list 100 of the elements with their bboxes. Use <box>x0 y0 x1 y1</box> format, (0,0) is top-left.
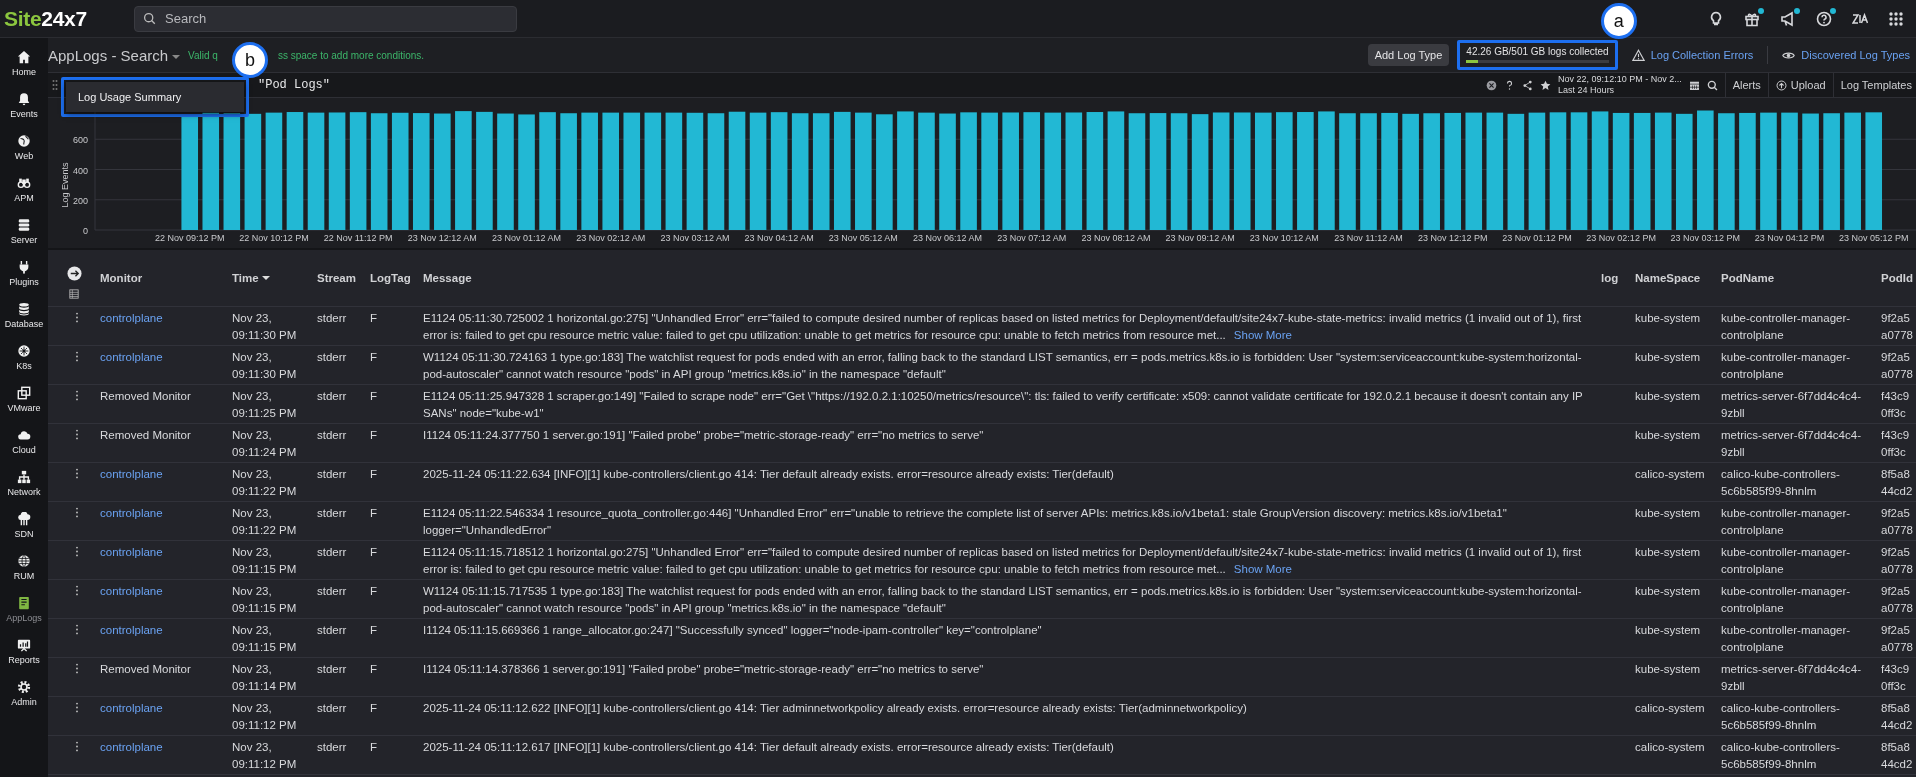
column-header[interactable]: Time <box>232 272 259 284</box>
bar[interactable] <box>1254 112 1272 230</box>
star-icon[interactable] <box>1540 79 1552 91</box>
bar[interactable] <box>223 113 241 230</box>
sidebar-item[interactable]: Home <box>0 42 48 84</box>
sidebar-item[interactable]: Web <box>0 126 48 168</box>
show-more-link[interactable]: Show More <box>1233 329 1292 341</box>
bar[interactable] <box>1591 111 1609 230</box>
add-log-type-button[interactable]: Add Log Type <box>1367 44 1450 66</box>
sidebar-item[interactable]: APM <box>0 168 48 210</box>
sidebar-item[interactable]: Admin <box>0 672 48 714</box>
drag-handle-icon[interactable] <box>52 79 58 91</box>
bar[interactable] <box>286 112 304 230</box>
bar[interactable] <box>812 113 830 230</box>
kebab-menu-icon[interactable] <box>75 741 79 752</box>
bar[interactable] <box>791 113 809 230</box>
menu-item[interactable]: Log Usage Summary <box>66 85 244 109</box>
sidebar-item[interactable]: RUM <box>0 546 48 588</box>
bar[interactable] <box>1149 113 1167 230</box>
bar[interactable] <box>328 112 346 230</box>
monitor-link[interactable]: controlplane <box>100 507 163 519</box>
monitor-link[interactable]: controlplane <box>100 585 163 597</box>
kebab-menu-icon[interactable] <box>75 507 79 518</box>
column-header[interactable]: LogTag <box>370 272 411 284</box>
sidebar-item[interactable]: K8s <box>0 336 48 378</box>
show-more-link[interactable]: Show More <box>1233 563 1292 575</box>
arrow-right-icon[interactable] <box>66 266 82 281</box>
bar[interactable] <box>202 112 220 230</box>
column-header[interactable]: NameSpace <box>1635 272 1701 284</box>
site-logo[interactable]: Site24x7 <box>0 6 110 31</box>
date-range-picker[interactable]: Nov 22, 09:12:10 PM - Nov 2... Last 24 Hours <box>1558 74 1682 96</box>
bar[interactable] <box>707 113 725 230</box>
monitor-link[interactable]: controlplane <box>100 351 163 363</box>
kebab-menu-icon[interactable] <box>75 429 79 440</box>
discovered-log-types-link[interactable]: Discovered Log Types <box>1782 48 1910 62</box>
sort-icon[interactable] <box>261 276 270 280</box>
bar[interactable] <box>728 111 746 230</box>
kebab-menu-icon[interactable] <box>75 663 79 674</box>
bar[interactable] <box>1191 114 1209 230</box>
page-title-dropdown[interactable]: AppLogs - Search <box>48 46 181 64</box>
bar[interactable] <box>1465 112 1483 230</box>
bar[interactable] <box>181 115 199 230</box>
query-field[interactable]: "Pod Logs" <box>258 78 1487 92</box>
bar[interactable] <box>1486 112 1504 230</box>
monitor-link[interactable]: controlplane <box>100 468 163 480</box>
alerts-button[interactable]: Alerts <box>1732 79 1761 91</box>
search-icon[interactable] <box>1706 79 1718 91</box>
bar[interactable] <box>1675 113 1693 230</box>
share-icon[interactable] <box>1522 79 1534 91</box>
table-icon[interactable] <box>69 289 79 299</box>
kebab-menu-icon[interactable] <box>75 702 79 713</box>
bar[interactable] <box>1044 112 1062 230</box>
bar[interactable] <box>623 112 641 230</box>
bar[interactable] <box>1612 112 1630 230</box>
kebab-menu-icon[interactable] <box>75 351 79 362</box>
kebab-menu-icon[interactable] <box>75 546 79 557</box>
monitor-link[interactable]: controlplane <box>100 546 163 558</box>
column-header[interactable]: Monitor <box>100 272 143 284</box>
kebab-menu-icon[interactable] <box>75 390 79 401</box>
kebab-menu-icon[interactable] <box>75 585 79 596</box>
sidebar-item[interactable]: Server <box>0 210 48 252</box>
bar[interactable] <box>686 112 704 230</box>
log-collection-errors-link[interactable]: Log Collection Errors <box>1631 48 1754 62</box>
kebab-menu-icon[interactable] <box>75 312 79 323</box>
bar[interactable] <box>1549 112 1567 230</box>
bar[interactable] <box>1507 113 1525 230</box>
sidebar-item[interactable]: Events <box>0 84 48 126</box>
bar[interactable] <box>349 112 367 230</box>
bar[interactable] <box>244 113 262 230</box>
logo-icon[interactable] <box>1852 10 1868 27</box>
bar[interactable] <box>1528 112 1546 230</box>
clear-icon[interactable] <box>1486 79 1498 91</box>
bar[interactable] <box>770 112 788 230</box>
bar[interactable] <box>265 112 283 230</box>
bar[interactable] <box>644 112 662 230</box>
search-field[interactable]: Search <box>134 5 517 32</box>
bar[interactable] <box>1170 113 1188 230</box>
sidebar-item[interactable]: Reports <box>0 630 48 672</box>
bar[interactable] <box>370 113 388 230</box>
column-header[interactable]: Message <box>423 272 472 284</box>
column-header[interactable]: PodId <box>1881 272 1913 284</box>
bar[interactable] <box>1107 111 1125 230</box>
sidebar-item[interactable]: VMware <box>0 378 48 420</box>
calendar-icon[interactable] <box>1688 79 1700 91</box>
lightbulb-icon[interactable] <box>1708 10 1724 27</box>
bar[interactable] <box>1086 112 1104 230</box>
sidebar-item[interactable]: Network <box>0 462 48 504</box>
bar[interactable] <box>1865 112 1883 230</box>
bar[interactable] <box>1065 112 1083 230</box>
bar[interactable] <box>391 112 409 230</box>
bar[interactable] <box>1128 113 1146 230</box>
monitor-link[interactable]: controlplane <box>100 312 163 324</box>
app-grid-icon[interactable] <box>1888 10 1904 27</box>
log-templates-button[interactable]: Log Templates <box>1840 79 1912 91</box>
sidebar-item[interactable]: Database <box>0 294 48 336</box>
bar[interactable] <box>1233 112 1251 230</box>
bar[interactable] <box>749 112 767 230</box>
kebab-menu-icon[interactable] <box>75 468 79 479</box>
bar[interactable] <box>1023 112 1041 230</box>
bar[interactable] <box>307 112 325 230</box>
